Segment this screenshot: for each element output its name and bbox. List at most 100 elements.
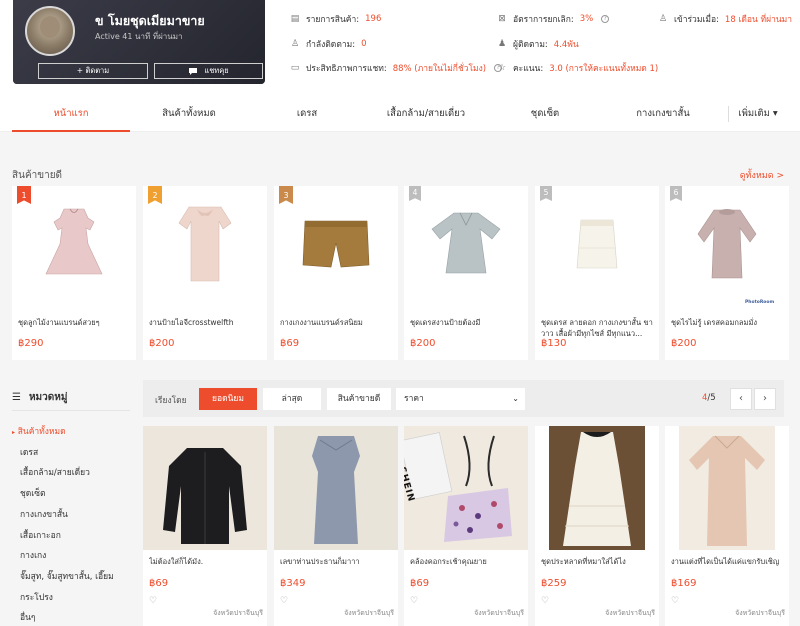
tab-all-products[interactable]: สินค้าทั้งหมด bbox=[130, 96, 248, 132]
floral-halter-top-image bbox=[404, 432, 512, 542]
white-skirt-image bbox=[576, 219, 618, 268]
category-item-all[interactable]: ▸ สินค้าทั้งหมด bbox=[12, 424, 66, 438]
stat-following-label: กำลังติดตาม: bbox=[306, 40, 356, 50]
question-icon[interactable]: ? bbox=[601, 15, 610, 23]
heart-icon[interactable]: ♡ bbox=[149, 596, 157, 606]
price-select-label: ราคา bbox=[404, 394, 424, 404]
product-price: ฿169 bbox=[671, 578, 697, 589]
category-item[interactable]: เสื้อเกาะอก bbox=[20, 528, 61, 542]
top-product-card[interactable]: 4 ชุดเดรสงานป้ายต้องมี ฿200 bbox=[404, 186, 528, 360]
store-icon: ▤ bbox=[290, 14, 300, 24]
product-card[interactable]: SHEIN คล้องคอกระเช้าคุณยาย ฿69 ♡ จังหวัด… bbox=[404, 426, 528, 626]
product-name[interactable]: ชุดเดรสงานป้ายต้องมี bbox=[410, 317, 522, 339]
product-name[interactable]: ชุดเดรส ลายดอก กางเกงขาสั้น ขาวาว เสื้อผ… bbox=[541, 317, 653, 339]
product-card[interactable]: งานแต่งที่ไดเป็นได้แค่แขกรับเชิญ ฿169 ♡ … bbox=[665, 426, 789, 626]
category-item[interactable]: จั๊มสูท, จั๊มสูทขาสั้น, เอี๊ยม bbox=[20, 569, 114, 583]
stat-products: ▤ รายการสินค้า: 196 bbox=[290, 12, 382, 26]
chat-bubble-icon: ▭ bbox=[290, 63, 300, 73]
product-image[interactable] bbox=[665, 186, 789, 301]
category-item[interactable]: กางเกง bbox=[20, 548, 46, 562]
product-image[interactable] bbox=[404, 186, 528, 301]
product-name[interactable]: กางเกงงานแบรนด์รสนิยม bbox=[280, 317, 392, 339]
product-image[interactable] bbox=[665, 426, 789, 550]
product-image[interactable] bbox=[535, 426, 659, 550]
sort-bar: เรียงโดย ยอดนิยม ล่าสุด สินค้าขายดี ราคา… bbox=[143, 380, 784, 417]
product-price: ฿69 bbox=[280, 338, 300, 349]
product-image[interactable] bbox=[143, 426, 267, 550]
tab-dress[interactable]: เดรส bbox=[248, 96, 366, 132]
category-item[interactable]: ชุดเซ็ต bbox=[20, 486, 45, 500]
category-item[interactable]: กระโปรง bbox=[20, 590, 53, 604]
page-total: /5 bbox=[707, 393, 716, 403]
cancel-rate-icon: ⊠ bbox=[498, 14, 506, 24]
product-card[interactable]: เลขาท่านประธานก็มาาา ฿349 ♡ จังหวัดปราจี… bbox=[274, 426, 398, 626]
brown-shorts-image bbox=[302, 220, 370, 267]
sort-bestseller-button[interactable]: สินค้าขายดี bbox=[327, 388, 391, 410]
user-icon: ♙ bbox=[290, 39, 300, 49]
product-price: ฿200 bbox=[671, 338, 697, 349]
product-price: ฿200 bbox=[410, 338, 436, 349]
product-name[interactable]: ไม่ต้องใส่ก็ได้มัง. bbox=[149, 556, 263, 567]
next-page-button[interactable]: › bbox=[754, 388, 776, 410]
category-label: สินค้าทั้งหมด bbox=[17, 427, 66, 437]
chat-button[interactable]: แชทคุย bbox=[154, 63, 263, 79]
heart-icon[interactable]: ♡ bbox=[671, 596, 679, 606]
page-indicator: 4/5 bbox=[702, 393, 716, 403]
tab-home[interactable]: หน้าแรก bbox=[12, 96, 130, 132]
product-name[interactable]: ชุดไรไม่รู้ เดรสคอมกลมมั่ง bbox=[671, 317, 783, 339]
product-name[interactable]: คล้องคอกระเช้าคุณยาย bbox=[410, 556, 524, 567]
top-badge-text: TOP bbox=[281, 182, 291, 187]
stat-joined-value: 18 เดือน ที่ผ่านมา bbox=[724, 15, 793, 25]
tab-more[interactable]: เพิ่มเติม ▾ bbox=[730, 96, 786, 132]
product-card[interactable]: ไม่ต้องใส่ก็ได้มัง. ฿69 ♡ จังหวัดปราจีนบ… bbox=[143, 426, 267, 626]
product-name[interactable]: งานป้ายไอจีcrosstwelfth bbox=[149, 317, 261, 339]
product-name[interactable]: เลขาท่านประธานก็มาาา bbox=[280, 556, 394, 567]
product-name[interactable]: ชุดลูกไม้งานแบรนด์สวยๆ bbox=[18, 317, 130, 339]
rank-number: 4 bbox=[412, 188, 418, 197]
product-image[interactable]: SHEIN bbox=[404, 426, 528, 550]
stat-following: ♙ กำลังติดตาม: 0 bbox=[290, 37, 367, 51]
heart-icon[interactable]: ♡ bbox=[541, 596, 549, 606]
product-price: ฿69 bbox=[149, 578, 169, 589]
category-item[interactable]: เดรส bbox=[20, 445, 38, 459]
follow-button[interactable]: + ติดตาม bbox=[38, 63, 148, 79]
heart-icon[interactable]: ♡ bbox=[280, 596, 288, 606]
chat-button-label: แชทคุย bbox=[204, 66, 229, 75]
product-price: ฿259 bbox=[541, 578, 567, 589]
see-all-link[interactable]: ดูทั้งหมด > bbox=[740, 168, 784, 182]
top-product-card[interactable]: TOP 3 กางเกงงานแบรนด์รสนิยม ฿69 bbox=[274, 186, 398, 360]
rank-number: 5 bbox=[543, 188, 549, 197]
beige-bow-dress-image bbox=[178, 206, 232, 281]
category-item[interactable]: กางเกงขาสั้น bbox=[20, 507, 68, 521]
shop-nav: หน้าแรก สินค้าทั้งหมด เดรส เสื้อกล้าม/สา… bbox=[0, 96, 800, 132]
followers-icon: ♟ bbox=[497, 39, 507, 49]
cream-wedding-dress-image bbox=[679, 426, 775, 550]
category-title: หมวดหมู่ bbox=[28, 392, 68, 403]
top-product-card[interactable]: TOP 1 ชุดลูกไม้งานแบรนด์สวยๆ ฿290 bbox=[12, 186, 136, 360]
stat-following-value: 0 bbox=[361, 39, 367, 49]
product-image[interactable] bbox=[274, 426, 398, 550]
top-product-card[interactable]: TOP 2 งานป้ายไอจีcrosstwelfth ฿200 bbox=[143, 186, 267, 360]
list-icon: ☰ bbox=[12, 392, 21, 403]
product-image[interactable] bbox=[535, 186, 659, 301]
top-product-card[interactable]: 5 ชุดเดรส ลายดอก กางเกงขาสั้น ขาวาว เสื้… bbox=[535, 186, 659, 360]
tab-tanktop[interactable]: เสื้อกล้าม/สายเดี่ยว bbox=[366, 96, 486, 132]
stat-products-label: รายการสินค้า: bbox=[306, 15, 360, 25]
prev-page-button[interactable]: ‹ bbox=[730, 388, 752, 410]
top-product-card[interactable]: 6 PhotoRoom ชุดไรไม่รู้ เดรสคอมกลมมั่ง ฿… bbox=[665, 186, 789, 360]
stat-chat: ▭ ประสิทธิภาพการแชท: 88% (ภายในไม่กี่ชั่… bbox=[290, 61, 503, 75]
product-name[interactable]: ชุดประหลาดที่หมาใส่ได้ไง bbox=[541, 556, 655, 567]
sort-latest-button[interactable]: ล่าสุด bbox=[263, 388, 321, 410]
tab-shorts[interactable]: กางเกงขาสั้น bbox=[604, 96, 722, 132]
category-item[interactable]: อื่นๆ bbox=[20, 610, 35, 624]
heart-icon[interactable]: ♡ bbox=[410, 596, 418, 606]
product-name[interactable]: งานแต่งที่ไดเป็นได้แค่แขกรับเชิญ bbox=[671, 556, 785, 567]
price-sort-select[interactable]: ราคา ⌄ bbox=[396, 388, 525, 410]
stat-rating: ☆ คะแนน: 3.0 (การให้คะแนนทั้งหมด 1) bbox=[497, 61, 658, 75]
tab-set[interactable]: ชุดเซ็ต bbox=[486, 96, 604, 132]
shop-avatar[interactable] bbox=[25, 6, 75, 56]
shop-header: ข โมยชุดเมียมาขาย Active 41 นาที ที่ผ่าน… bbox=[0, 0, 800, 96]
category-item[interactable]: เสื้อกล้าม/สายเดี่ยว bbox=[20, 465, 90, 479]
sort-popular-button[interactable]: ยอดนิยม bbox=[199, 388, 257, 410]
product-card[interactable]: ชุดประหลาดที่หมาใส่ได้ไง ฿259 ♡ จังหวัดป… bbox=[535, 426, 659, 626]
